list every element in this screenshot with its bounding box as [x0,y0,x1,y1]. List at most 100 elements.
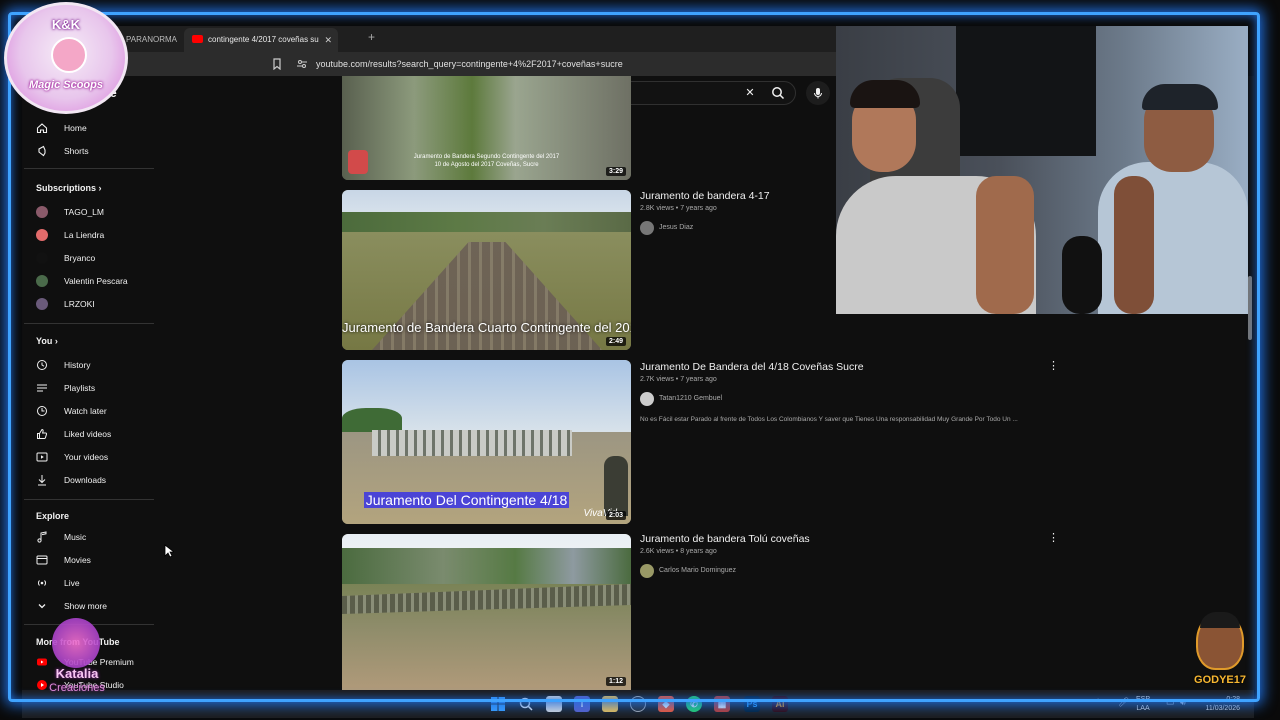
video-duration: 2:49 [605,337,626,346]
sidebar-item-label: Home [64,123,87,133]
channel-link[interactable]: Jesus Diaz [640,221,693,235]
close-tab-icon[interactable]: ✕ [324,28,332,52]
microphone-shape [1062,236,1102,314]
chevron-right-icon: › [54,336,58,346]
search-icon[interactable] [771,86,785,100]
home-icon [36,122,48,134]
subscriptions-heading[interactable]: Subscriptions › [36,183,102,193]
sidebar-item-subscription[interactable]: LRZOKI [22,293,156,315]
sidebar-item-subscription[interactable]: La Liendra [22,224,156,246]
language-indicator[interactable]: ESP LAA [1136,695,1150,713]
sidebar-item-music[interactable]: Music [22,526,156,548]
you-heading[interactable]: You › [36,336,58,346]
app-icon[interactable] [630,696,646,712]
video-duration: 3:29 [605,167,626,176]
katalia-creaciones-logo: Katalia Creaciones [34,610,120,702]
more-options-icon[interactable]: ⋮ [1048,359,1059,373]
video-duration: 2:03 [605,511,626,520]
sidebar-item-label: Your videos [64,452,109,462]
channel-link[interactable]: Carlos Mario Dominguez [640,564,736,578]
channel-avatar [36,229,48,241]
tab-youtube-search[interactable]: contingente 4/2017 coveñas su ✕ [184,28,338,52]
explore-heading: Explore [36,511,70,521]
video-thumbnail[interactable]: Juramento Del Contingente 4/18 VivaVid 2… [342,360,631,524]
shorts-icon [36,145,48,157]
sidebar-item-label: Music [64,532,87,542]
windows-start-icon[interactable] [490,696,506,712]
thumbnail-caption: 10 de Agosto del 2017 Coveñas, Sucre [434,162,539,168]
app-grid-icon[interactable]: ▦ [714,696,730,712]
video-title[interactable]: Juramento de bandera 4-17 [640,190,770,202]
sidebar-item-movies[interactable]: Movies [22,549,156,571]
sidebar-item-label: Bryanco [64,253,96,263]
channel-avatar [36,206,48,218]
video-thumbnail[interactable]: Juramento de Bandera Cuarto Contingente … [342,190,631,350]
sidebar-item-liked-videos[interactable]: Liked videos [22,423,156,445]
address-bar[interactable]: youtube.com/results?search_query=conting… [22,52,836,76]
site-info-icon[interactable] [296,58,308,70]
clear-search-icon[interactable]: ✕ [743,86,757,100]
your-videos-icon [36,451,48,463]
sidebar-item-label: Movies [64,555,91,565]
channel-avatar [640,221,654,235]
video-title[interactable]: Juramento de bandera Tolú coveñas [640,533,810,545]
bookmark-icon[interactable] [271,58,283,71]
sidebar-item-history[interactable]: History [22,354,156,376]
sidebar-item-subscription[interactable]: Bryanco [22,247,156,269]
sidebar-item-live[interactable]: Live [22,572,156,594]
sidebar-item-home[interactable]: Home [22,117,156,139]
volume-icon[interactable]: 🔊︎ [1180,698,1186,707]
sidebar-item-downloads[interactable]: Downloads [22,469,156,491]
video-meta: 2.7K views • 7 years ago [640,376,717,383]
task-view-icon[interactable] [546,696,562,712]
sidebar-divider [24,168,154,169]
video-thumbnail[interactable]: Juramento de Bandera Segundo Contingente… [342,76,631,180]
network-icon[interactable]: ▭ [1166,698,1175,707]
sidebar-item-label: History [64,360,91,370]
tab-label: PARANORMA [126,35,177,44]
playlists-icon [36,382,48,394]
more-options-icon[interactable]: ⋮ [1048,531,1059,545]
tab-label: contingente 4/2017 coveñas su [208,35,319,44]
tray-chevron-up-icon[interactable]: ^ [1096,698,1100,707]
mouse-cursor-icon [164,544,174,558]
new-tab-icon[interactable]: + [368,30,375,44]
video-title[interactable]: Juramento De Bandera del 4/18 Coveñas Su… [640,361,864,373]
video-thumbnail[interactable]: 1:12 [342,534,631,690]
channel-link[interactable]: Tatan1210 Gembuel [640,392,722,406]
sidebar-item-label: La Liendra [64,230,105,240]
ice-cream-icon [51,37,87,73]
tab-paranormal[interactable]: PARANORMA [118,28,194,52]
monitor-shape [956,26,1096,156]
sidebar-item-label: Valentin Pescara [64,276,128,286]
brave-browser-icon[interactable]: ◆ [658,696,674,712]
url-text[interactable]: youtube.com/results?search_query=conting… [316,52,623,76]
liked-videos-icon [36,428,48,440]
live-icon [36,577,48,589]
watch-later-icon [36,405,48,417]
sidebar-item-shorts[interactable]: Shorts [22,140,156,162]
sidebar-item-label: Live [64,578,80,588]
illustrator-icon[interactable]: Ai [772,696,788,712]
sidebar-item-label: Liked videos [64,429,112,439]
whatsapp-icon[interactable]: ✆ [686,696,702,712]
file-explorer-icon[interactable] [602,696,618,712]
voice-search-icon[interactable] [806,81,830,105]
channel-avatar [36,298,48,310]
sidebar: Home Shorts Subscriptions › TAGO_LM La L… [22,76,156,690]
sidebar-item-subscription[interactable]: Valentin Pescara [22,270,156,292]
sidebar-item-playlists[interactable]: Playlists [22,377,156,399]
sidebar-item-watch-later[interactable]: Watch later [22,400,156,422]
photoshop-icon[interactable]: Ps [744,696,760,712]
search-icon[interactable] [518,696,534,712]
page-scrollbar[interactable] [1248,276,1252,340]
stream-frame: PARANORMA contingente 4/2017 coveñas su … [0,0,1280,720]
video-description: No es Fácil estar Parado al frente de To… [640,416,1018,423]
chevron-right-icon: › [98,183,102,193]
sidebar-item-your-videos[interactable]: Your videos [22,446,156,468]
sidebar-item-subscription[interactable]: TAGO_LM [22,201,156,223]
microphone-icon[interactable]: 🎤︎ [1118,698,1129,707]
teams-icon[interactable]: T [574,696,590,712]
sidebar-divider [24,499,154,500]
channel-avatar [36,252,48,264]
